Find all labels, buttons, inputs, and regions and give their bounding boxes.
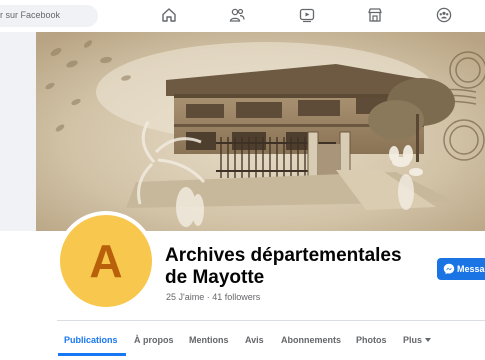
marketplace-icon[interactable]	[367, 7, 383, 23]
search-placeholder: r sur Facebook	[0, 10, 61, 20]
chevron-down-icon[interactable]	[425, 338, 431, 342]
tab-plus[interactable]: Plus	[403, 335, 422, 345]
tab-abonnements[interactable]: Abonnements	[281, 335, 341, 345]
page-title: Archives départementales de Mayotte	[165, 245, 402, 288]
message-button-label: Messag	[457, 264, 485, 274]
tab-publications[interactable]: Publications	[64, 335, 118, 345]
tab-a-propos[interactable]: À propos	[134, 335, 174, 345]
home-icon[interactable]	[161, 7, 177, 23]
avatar[interactable]: A	[60, 215, 152, 307]
tabs-divider	[57, 320, 485, 321]
friends-icon[interactable]	[229, 7, 245, 23]
tab-mentions[interactable]: Mentions	[189, 335, 229, 345]
watch-icon[interactable]	[299, 7, 315, 23]
search-input[interactable]: r sur Facebook	[0, 5, 98, 27]
avatar-letter: A	[89, 235, 123, 287]
cover-photo[interactable]	[36, 32, 485, 231]
messenger-icon	[443, 263, 455, 275]
page-stats[interactable]: 25 J'aime · 41 followers	[166, 292, 260, 302]
message-button[interactable]: Messag	[437, 258, 485, 280]
tab-photos[interactable]: Photos	[356, 335, 387, 345]
active-tab-indicator	[58, 353, 126, 356]
tab-avis[interactable]: Avis	[245, 335, 264, 345]
top-navigation-bar: r sur Facebook	[0, 0, 485, 32]
groups-icon[interactable]	[436, 7, 452, 23]
